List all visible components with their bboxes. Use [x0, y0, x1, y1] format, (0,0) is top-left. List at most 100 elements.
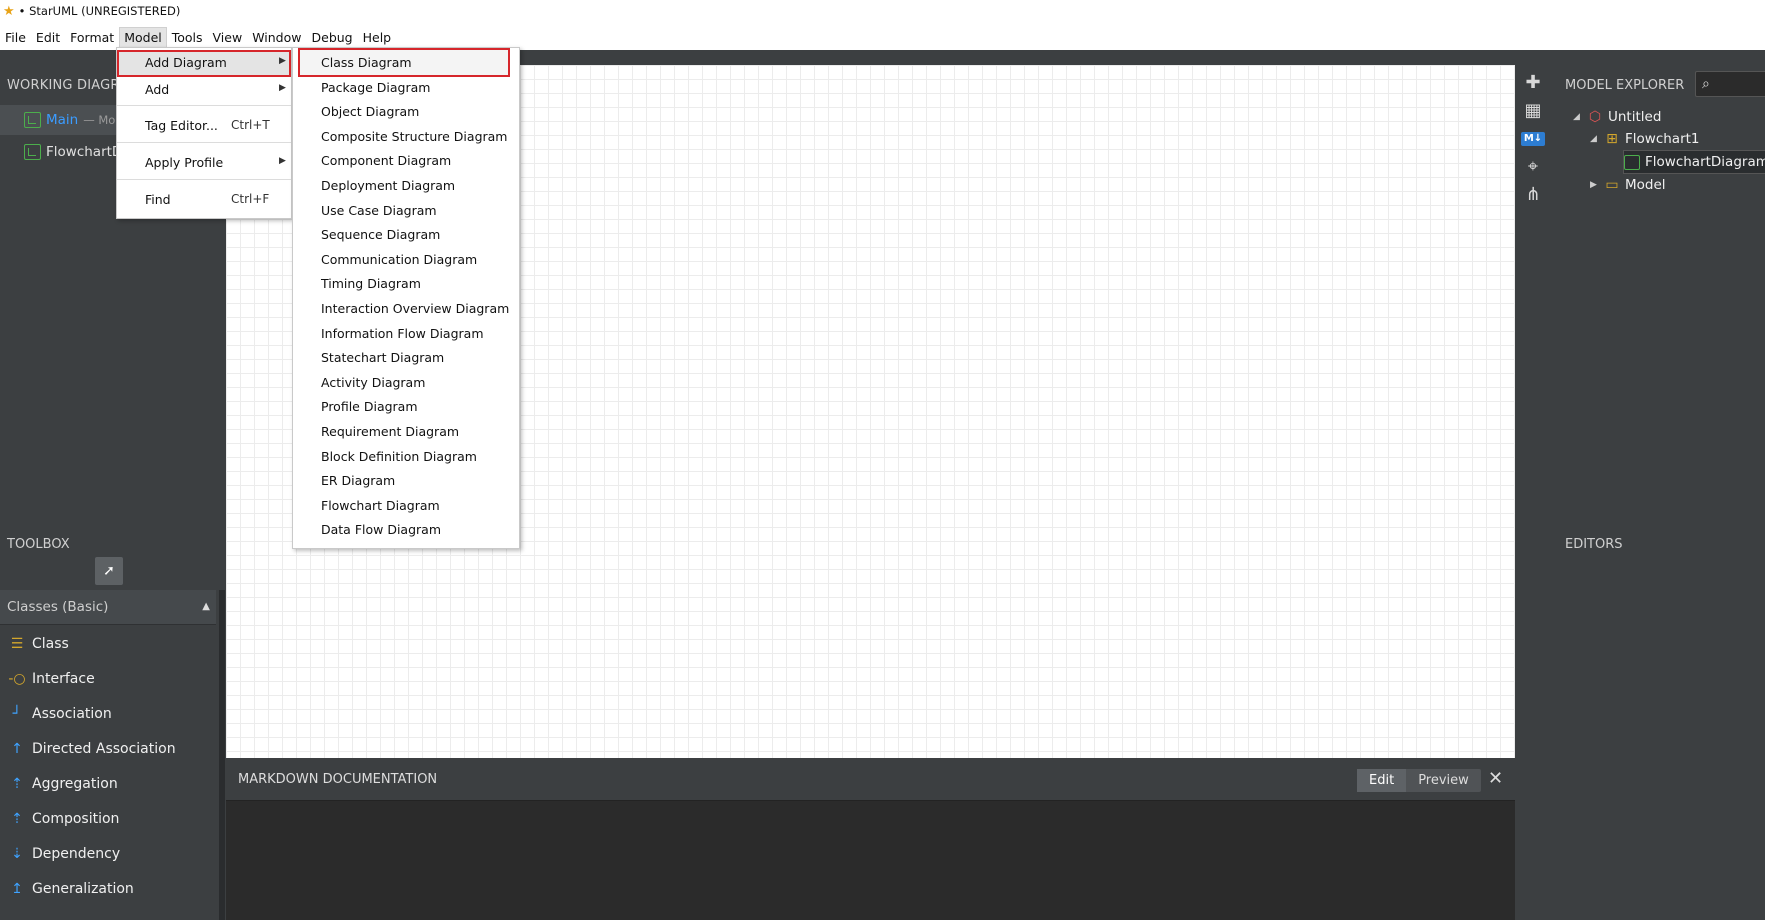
toolbox-item-composition[interactable]: ⇡ Composition — [0, 801, 216, 836]
menu-item-add-diagram[interactable]: Add Diagram ▶ — [117, 50, 291, 77]
collapsed-arrow-icon[interactable]: ▶ — [1590, 180, 1604, 190]
menu-item-find[interactable]: Find Ctrl+F — [117, 187, 291, 211]
menu-window[interactable]: Window — [247, 27, 306, 48]
toolbox-item-label: Composition — [32, 810, 120, 827]
markdown-title: MARKDOWN DOCUMENTATION — [238, 772, 438, 787]
collapse-up-icon[interactable]: ▲ — [202, 601, 210, 612]
extension-puzzle-icon[interactable]: ✚ — [1520, 71, 1546, 95]
menu-debug[interactable]: Debug — [307, 27, 358, 48]
flowchart-icon: ⊞ — [1606, 130, 1618, 147]
flowchart-diagram-icon — [24, 144, 41, 160]
staruml-logo-icon: ★ — [3, 3, 15, 19]
toolbox-group-label: Classes (Basic) — [7, 599, 109, 615]
submenu-item-block-definition-diagram[interactable]: Block Definition Diagram — [321, 449, 477, 464]
menu-model[interactable]: Model — [119, 26, 167, 48]
menu-item-shortcut: Ctrl+F — [231, 192, 270, 206]
project-cube-icon: ⬡ — [1588, 108, 1602, 125]
toolbox-item-label: Generalization — [32, 880, 134, 897]
toolbox-item-label: Aggregation — [32, 775, 118, 792]
directed-association-icon: ↑ — [11, 740, 23, 757]
toolbox-item-aggregation[interactable]: ⇡ Aggregation — [0, 766, 216, 801]
menu-item-label: Apply Profile — [145, 155, 224, 170]
toolbox-item-interface[interactable]: -○ Interface — [0, 661, 216, 696]
menu-item-label: Add Diagram — [145, 55, 227, 70]
menu-item-add[interactable]: Add ▶ — [117, 77, 291, 101]
toolbox-item-label: Interface — [32, 670, 95, 687]
tree-item-flowchart1[interactable]: ◢ ⊞ Flowchart1 — [1590, 127, 1700, 151]
crosshair-icon[interactable]: ⌖ — [1520, 155, 1546, 179]
right-icon-strip: ✚ ▦ M↓ ⌖ ⋔ — [1515, 65, 1551, 920]
submenu-arrow-icon: ▶ — [279, 83, 286, 93]
search-icon[interactable]: ⌕ — [1695, 71, 1765, 97]
menu-view[interactable]: View — [208, 27, 248, 48]
submenu-item-composite-structure-diagram[interactable]: Composite Structure Diagram — [321, 129, 507, 144]
submenu-item-requirement-diagram[interactable]: Requirement Diagram — [321, 424, 459, 439]
composition-icon: ⇡ — [11, 810, 23, 827]
markdown-icon[interactable]: M↓ — [1521, 132, 1545, 146]
close-icon[interactable]: ✕ — [1488, 768, 1503, 789]
tab-preview[interactable]: Preview — [1406, 769, 1481, 792]
pointer-tool-icon[interactable]: ➚ — [95, 557, 123, 585]
title-bar: ★ • StarUML (UNREGISTERED) — [0, 0, 1765, 22]
submenu-item-er-diagram[interactable]: ER Diagram — [321, 473, 395, 488]
submenu-item-deployment-diagram[interactable]: Deployment Diagram — [321, 178, 455, 193]
submenu-item-timing-diagram[interactable]: Timing Diagram — [321, 276, 421, 291]
menu-item-tag-editor[interactable]: Tag Editor... Ctrl+T — [117, 113, 291, 137]
submenu-item-class-diagram[interactable]: Class Diagram — [321, 55, 412, 70]
menu-item-apply-profile[interactable]: Apply Profile ▶ — [117, 150, 291, 174]
submenu-item-interaction-overview-diagram[interactable]: Interaction Overview Diagram — [321, 301, 509, 316]
diagram-icon — [1624, 154, 1640, 170]
menu-edit[interactable]: Edit — [31, 27, 65, 48]
layout-grid-icon[interactable]: ▦ — [1520, 99, 1546, 123]
add-diagram-submenu: Class Diagram Package Diagram Object Diagr… — [292, 47, 520, 549]
submenu-item-statechart-diagram[interactable]: Statechart Diagram — [321, 350, 444, 365]
menu-item-label: Find — [145, 192, 171, 207]
toolbox-item-generalization[interactable]: ↥ Generalization — [0, 871, 216, 906]
share-icon[interactable]: ⋔ — [1520, 183, 1546, 207]
toolbox-scrollbar[interactable] — [219, 590, 225, 920]
window-title: • StarUML (UNREGISTERED) — [18, 4, 181, 18]
menu-item-shortcut: Ctrl+T — [231, 118, 270, 132]
submenu-item-communication-diagram[interactable]: Communication Diagram — [321, 252, 477, 267]
tree-item-untitled[interactable]: ◢ ⬡ Untitled — [1573, 105, 1661, 129]
submenu-item-package-diagram[interactable]: Package Diagram — [321, 80, 430, 95]
submenu-item-data-flow-diagram[interactable]: Data Flow Diagram — [321, 522, 441, 537]
working-diagram-label: FlowchartD — [46, 144, 123, 160]
menu-separator — [117, 142, 291, 143]
submenu-item-use-case-diagram[interactable]: Use Case Diagram — [321, 203, 437, 218]
tree-item-model[interactable]: ▶ ▭ Model — [1590, 173, 1666, 197]
toolbox-item-directed-association[interactable]: ↑ Directed Association — [0, 731, 216, 766]
toolbox-item-association[interactable]: ┘ Association — [0, 696, 216, 731]
tree-item-label: Model — [1625, 177, 1666, 193]
right-sidebar: MODEL EXPLORER ⌕ ◢ ⬡ Untitled ◢ ⊞ Flowch… — [1551, 65, 1765, 920]
toolbox-item-label: Dependency — [32, 845, 121, 862]
menu-format[interactable]: Format — [65, 27, 119, 48]
working-diagram-label: Main — [46, 112, 79, 128]
working-diagrams-header: WORKING DIAGRA — [7, 78, 129, 93]
submenu-item-flowchart-diagram[interactable]: Flowchart Diagram — [321, 498, 440, 513]
markdown-header: MARKDOWN DOCUMENTATION Edit Preview ✕ — [226, 758, 1515, 801]
toolbox-item-dependency[interactable]: ⇣ Dependency — [0, 836, 216, 871]
submenu-item-activity-diagram[interactable]: Activity Diagram — [321, 375, 425, 390]
tree-item-flowchartdiagram[interactable]: FlowchartDiagram — [1623, 150, 1765, 174]
submenu-item-object-diagram[interactable]: Object Diagram — [321, 104, 419, 119]
tree-item-label: Flowchart1 — [1625, 131, 1700, 147]
submenu-item-profile-diagram[interactable]: Profile Diagram — [321, 399, 418, 414]
menu-tools[interactable]: Tools — [167, 27, 208, 48]
submenu-item-component-diagram[interactable]: Component Diagram — [321, 153, 451, 168]
toolbox-group-header[interactable]: Classes (Basic) ▲ — [0, 590, 216, 625]
association-icon: ┘ — [12, 705, 22, 722]
menu-file[interactable]: File — [0, 27, 31, 48]
expanded-arrow-icon[interactable]: ◢ — [1590, 134, 1604, 144]
expanded-arrow-icon[interactable]: ◢ — [1573, 112, 1587, 122]
editors-header: EDITORS — [1565, 537, 1623, 552]
submenu-item-information-flow-diagram[interactable]: Information Flow Diagram — [321, 326, 484, 341]
submenu-arrow-icon: ▶ — [279, 156, 286, 166]
tab-edit[interactable]: Edit — [1357, 769, 1407, 792]
menu-help[interactable]: Help — [358, 27, 397, 48]
menu-separator — [117, 179, 291, 180]
toolbox-item-class[interactable]: ☰ Class — [0, 626, 216, 661]
submenu-arrow-icon: ▶ — [279, 56, 286, 66]
tree-item-label: Untitled — [1608, 109, 1662, 125]
submenu-item-sequence-diagram[interactable]: Sequence Diagram — [321, 227, 440, 242]
